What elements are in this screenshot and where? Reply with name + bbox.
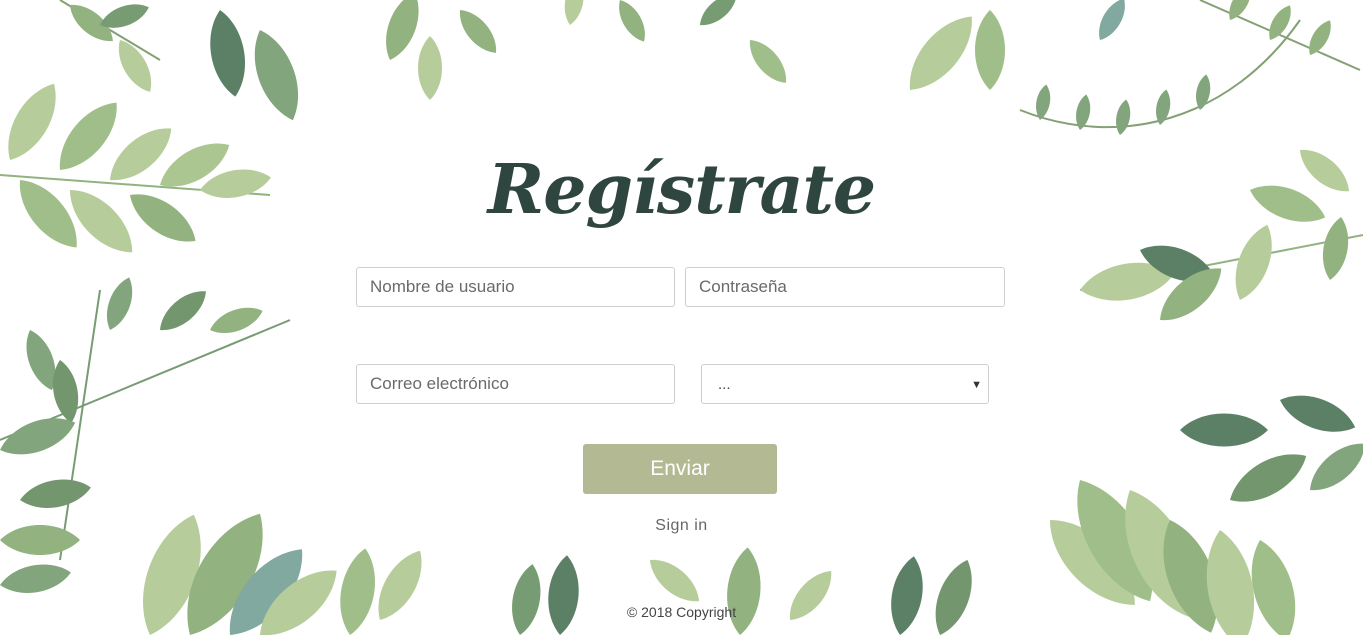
select-value: ... <box>718 376 731 393</box>
signin-link[interactable]: Sign in <box>655 517 707 534</box>
signin-container: Sign in <box>0 517 1363 535</box>
copyright-text: © 2018 Copyright <box>626 604 737 620</box>
submit-button[interactable]: Enviar <box>583 444 777 494</box>
password-input[interactable] <box>685 267 1005 307</box>
username-input[interactable] <box>356 267 675 307</box>
page-title: Regístrate <box>487 150 876 230</box>
caret-down-icon: ▼ <box>971 379 982 391</box>
leaf-background-illustration <box>0 0 1363 635</box>
email-input[interactable] <box>356 364 675 404</box>
option-select[interactable]: ... ▼ <box>701 364 989 404</box>
